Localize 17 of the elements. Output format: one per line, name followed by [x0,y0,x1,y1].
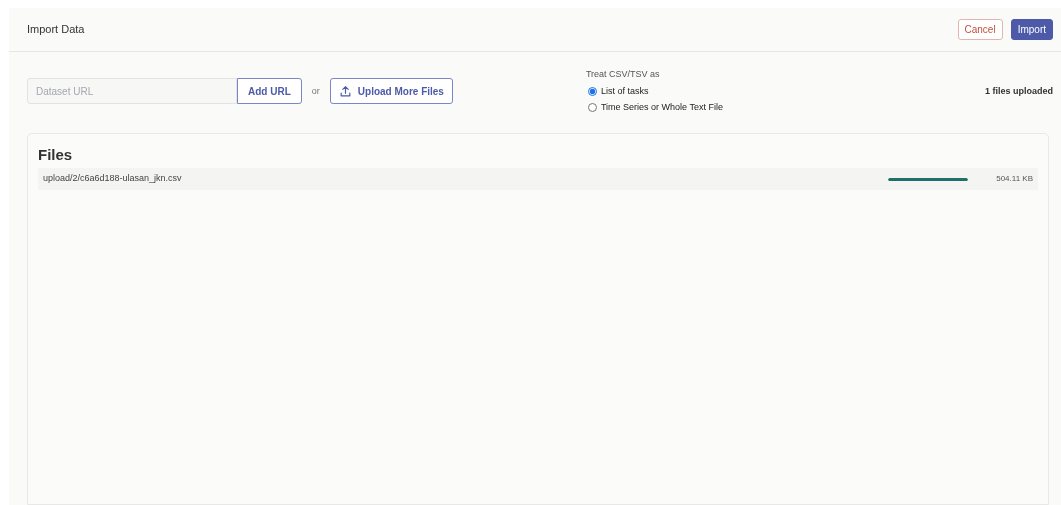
radio-button[interactable] [587,103,597,113]
files-heading: Files [38,144,73,165]
treat-as-label: Treat CSV/TSV as [585,68,661,81]
add-url-button[interactable]: Add URL [237,78,302,105]
upload-icon [338,84,352,98]
or-label: or [311,84,320,98]
radio-option[interactable]: Time Series or Whole Text File [585,101,723,115]
cancel-button[interactable]: Cancel [957,19,1003,40]
dialog-title: Import Data [27,22,85,38]
file-size: 504.11 KB [996,173,1033,185]
dataset-url-field[interactable]: Dataset URL [27,78,237,105]
radio-option[interactable]: List of tasks [585,84,723,98]
radio-button[interactable] [587,86,597,96]
upload-files-button[interactable]: Upload More Files [329,78,453,105]
file-path: upload/2/c6a6d188-ulasan_jkn.csv [43,172,182,186]
upload-count: 1 files uploaded [985,84,1053,98]
import-button[interactable]: Import [1010,19,1053,40]
